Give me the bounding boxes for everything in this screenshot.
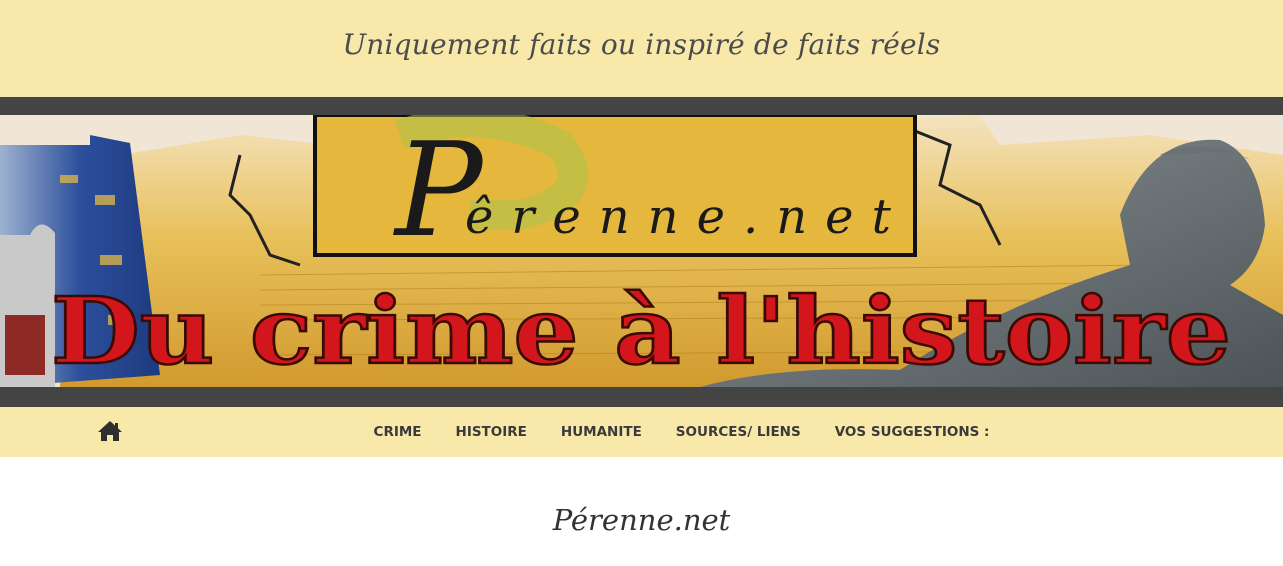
page-title: Pérenne.net: [552, 503, 731, 537]
main-navigation: CRIME HISTOIRE HUMANITE SOURCES/ LIENS V…: [0, 407, 1283, 457]
site-header: Uniquement faits ou inspiré de faits rée…: [0, 0, 1283, 97]
nav-menu: CRIME HISTOIRE HUMANITE SOURCES/ LIENS V…: [0, 407, 1283, 457]
site-tagline: Uniquement faits ou inspiré de faits rée…: [342, 28, 941, 61]
banner-image: P êrenne.net Du crime à l'histoire: [0, 115, 1283, 387]
site-banner[interactable]: P êrenne.net Du crime à l'histoire: [0, 97, 1283, 407]
main-content: Pérenne.net: [0, 457, 1283, 566]
nav-item-histoire[interactable]: HISTOIRE: [456, 424, 527, 440]
banner-headline: Du crime à l'histoire: [51, 277, 1231, 385]
nav-item-sources-liens[interactable]: SOURCES/ LIENS: [676, 424, 801, 440]
logo-text-tail: êrenne.net: [465, 189, 909, 245]
nav-item-crime[interactable]: CRIME: [374, 424, 422, 440]
nav-item-vos-suggestions[interactable]: VOS SUGGESTIONS :: [835, 424, 990, 440]
nav-item-humanite[interactable]: HUMANITE: [561, 424, 642, 440]
